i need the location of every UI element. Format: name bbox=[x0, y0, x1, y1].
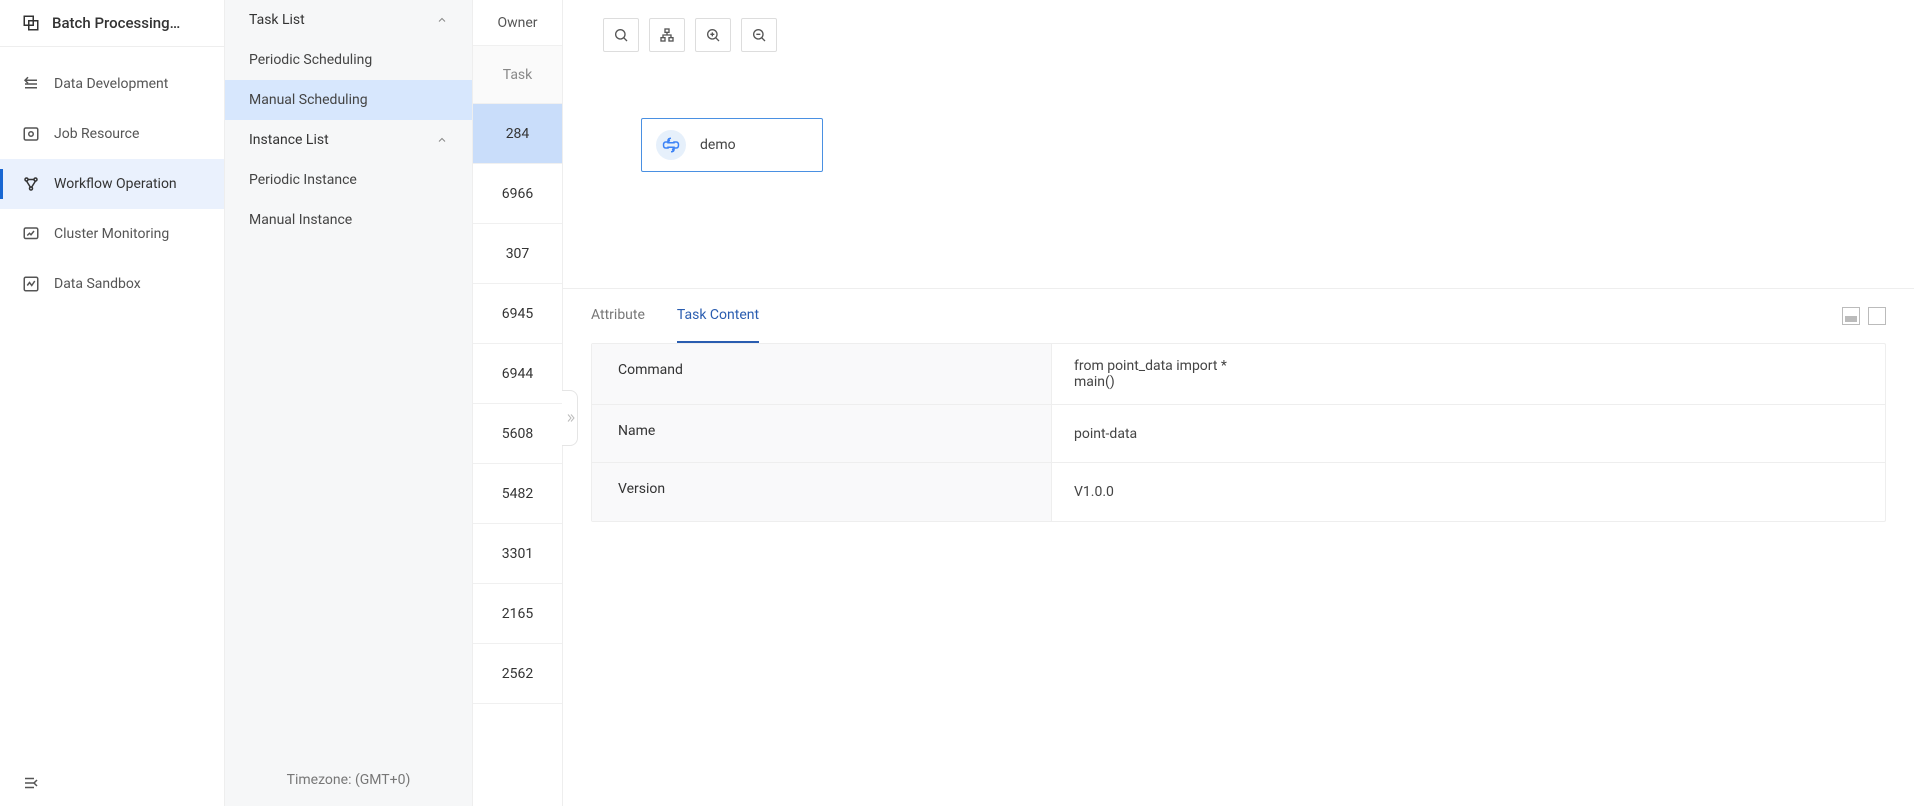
zoom-out-button[interactable] bbox=[741, 18, 777, 52]
list-subheader-task: Task bbox=[473, 46, 562, 104]
sitemap-icon bbox=[659, 27, 675, 43]
tab-task-content[interactable]: Task Content bbox=[677, 289, 759, 343]
node-label: demo bbox=[700, 137, 736, 153]
group-label: Instance List bbox=[249, 132, 329, 148]
timezone-label: Timezone: (GMT+0) bbox=[225, 754, 472, 806]
subnav-label: Manual Instance bbox=[249, 212, 352, 228]
nav-label: Workflow Operation bbox=[54, 176, 177, 192]
subnav-manual-scheduling[interactable]: Manual Scheduling bbox=[225, 80, 472, 120]
workflow-canvas[interactable]: demo bbox=[563, 0, 1914, 288]
task-row[interactable]: 5482 bbox=[473, 464, 562, 524]
task-row[interactable]: 6945 bbox=[473, 284, 562, 344]
subnav-periodic-scheduling[interactable]: Periodic Scheduling bbox=[225, 40, 472, 80]
pane-split-button[interactable] bbox=[1842, 307, 1860, 325]
kv-key: Name bbox=[592, 405, 1052, 462]
zoom-out-icon bbox=[751, 27, 767, 43]
task-content-table: Command from point_data import * main() … bbox=[591, 343, 1886, 522]
job-resource-icon bbox=[22, 125, 40, 143]
workflow-icon bbox=[22, 175, 40, 193]
row-version: Version V1.0.0 bbox=[592, 463, 1885, 521]
brand-title: Batch Processing… bbox=[52, 14, 180, 32]
nav-data-sandbox[interactable]: Data Sandbox bbox=[0, 259, 224, 309]
python-icon bbox=[656, 130, 686, 160]
kv-value: from point_data import * main() bbox=[1052, 344, 1885, 404]
subnav-periodic-instance[interactable]: Periodic Instance bbox=[225, 160, 472, 200]
nav-label: Cluster Monitoring bbox=[54, 226, 169, 242]
workflow-node-demo[interactable]: demo bbox=[641, 118, 823, 172]
subnav-label: Periodic Scheduling bbox=[249, 52, 372, 68]
row-name: Name point-data bbox=[592, 405, 1885, 463]
kv-value: V1.0.0 bbox=[1052, 463, 1885, 521]
task-row[interactable]: 3301 bbox=[473, 524, 562, 584]
list-header-owner: Owner bbox=[473, 0, 562, 46]
tab-label: Task Content bbox=[677, 307, 759, 323]
subnav-label: Manual Scheduling bbox=[249, 92, 368, 108]
task-row[interactable]: 6966 bbox=[473, 164, 562, 224]
secondary-sidebar: Task List Periodic Scheduling Manual Sch… bbox=[225, 0, 473, 806]
kv-value: point-data bbox=[1052, 405, 1885, 462]
nav-cluster-monitoring[interactable]: Cluster Monitoring bbox=[0, 209, 224, 259]
subnav-manual-instance[interactable]: Manual Instance bbox=[225, 200, 472, 240]
nav-label: Data Sandbox bbox=[54, 276, 141, 292]
pane-maximize-button[interactable] bbox=[1868, 307, 1886, 325]
layout-button[interactable] bbox=[649, 18, 685, 52]
canvas-toolbar bbox=[603, 18, 1874, 52]
group-instance-list[interactable]: Instance List bbox=[225, 120, 472, 160]
primary-sidebar: Batch Processing… Data Development Job R… bbox=[0, 0, 225, 806]
row-command: Command from point_data import * main() bbox=[592, 344, 1885, 405]
group-label: Task List bbox=[249, 12, 305, 28]
primary-nav: Data Development Job Resource Workflow O… bbox=[0, 47, 224, 760]
task-row[interactable]: 2562 bbox=[473, 644, 562, 704]
cluster-icon bbox=[22, 225, 40, 243]
search-button[interactable] bbox=[603, 18, 639, 52]
zoom-in-icon bbox=[705, 27, 721, 43]
nav-label: Job Resource bbox=[54, 126, 139, 142]
tab-attribute[interactable]: Attribute bbox=[591, 289, 645, 343]
main-area: demo Attribute Task Content bbox=[563, 0, 1914, 806]
kv-key: Version bbox=[592, 463, 1052, 521]
collapse-sidebar-button[interactable] bbox=[0, 760, 224, 806]
search-icon bbox=[613, 27, 629, 43]
details-tabs: Attribute Task Content bbox=[591, 289, 759, 343]
task-row[interactable]: 307 bbox=[473, 224, 562, 284]
data-dev-icon bbox=[22, 75, 40, 93]
chevron-up-icon bbox=[436, 14, 448, 26]
tab-label: Attribute bbox=[591, 307, 645, 323]
nav-workflow-operation[interactable]: Workflow Operation bbox=[0, 159, 224, 209]
nav-job-resource[interactable]: Job Resource bbox=[0, 109, 224, 159]
chevron-up-icon bbox=[436, 134, 448, 146]
sandbox-icon bbox=[22, 275, 40, 293]
kv-key: Command bbox=[592, 344, 1052, 404]
app-logo-icon bbox=[22, 14, 40, 32]
group-task-list[interactable]: Task List bbox=[225, 0, 472, 40]
nav-label: Data Development bbox=[54, 76, 168, 92]
task-row[interactable]: 6944 bbox=[473, 344, 562, 404]
task-row[interactable]: 2165 bbox=[473, 584, 562, 644]
zoom-in-button[interactable] bbox=[695, 18, 731, 52]
task-row[interactable]: 5608 bbox=[473, 404, 562, 464]
task-row[interactable]: 284 bbox=[473, 104, 562, 164]
nav-data-development[interactable]: Data Development bbox=[0, 59, 224, 109]
task-list-column: Owner Task 28469663076945694456085482330… bbox=[473, 0, 563, 806]
details-pane: Attribute Task Content Command from poin… bbox=[563, 288, 1914, 806]
brand-header: Batch Processing… bbox=[0, 0, 224, 47]
expand-list-button[interactable] bbox=[562, 390, 578, 446]
subnav-label: Periodic Instance bbox=[249, 172, 357, 188]
